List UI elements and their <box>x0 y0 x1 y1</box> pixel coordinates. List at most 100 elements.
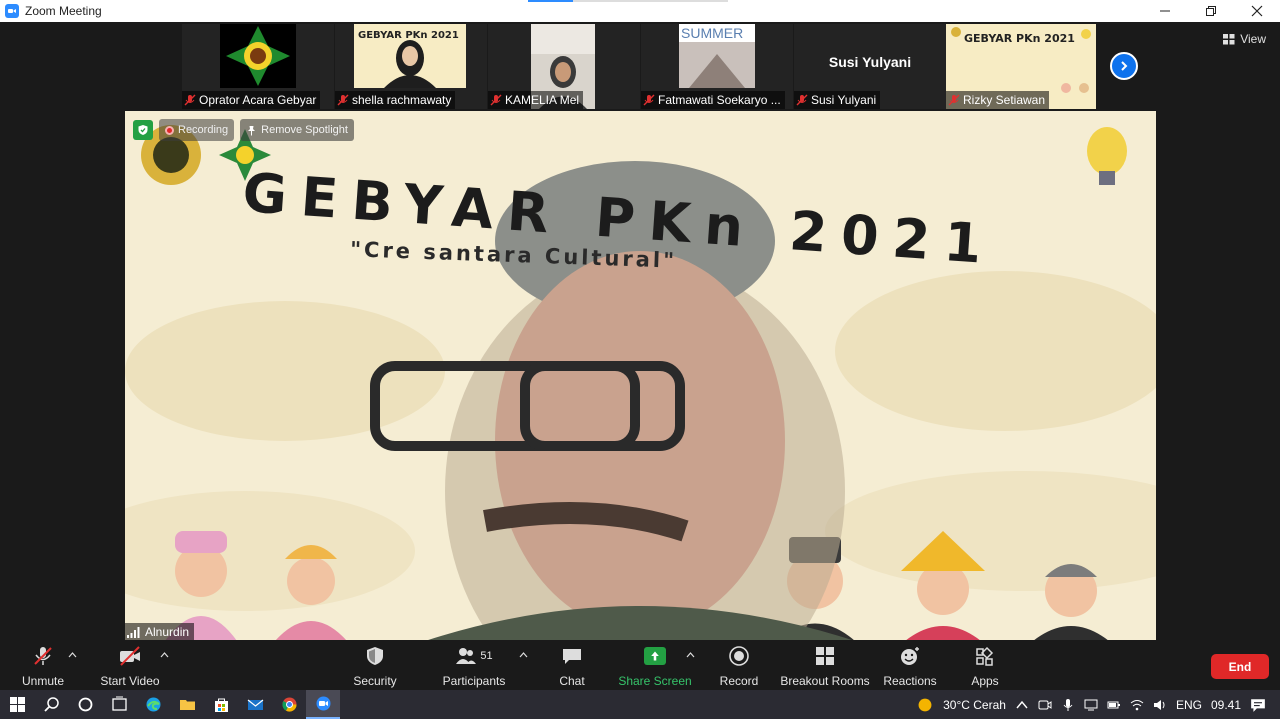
search-icon <box>43 697 59 712</box>
participants-icon <box>456 648 477 664</box>
participant-thumbnail[interactable]: Susi Yulyani Susi Yulyani <box>794 24 946 109</box>
reactions-button[interactable]: Reactions <box>883 644 937 688</box>
audio-options-caret[interactable] <box>68 650 77 661</box>
participants-options-caret[interactable] <box>519 650 528 661</box>
meeting-controls-toolbar: Unmute Start Video Security 51 Participa… <box>0 640 1280 690</box>
pin-icon <box>248 125 256 135</box>
mic-muted-icon <box>490 94 502 106</box>
restore-button[interactable] <box>1188 0 1234 22</box>
participant-name-tag: Rizky Setiawan <box>946 91 1050 109</box>
volume-icon[interactable] <box>1153 698 1167 712</box>
minimize-button[interactable] <box>1142 0 1188 22</box>
tray-chevron-up-icon[interactable] <box>1015 698 1029 712</box>
grid-view-icon <box>1223 33 1235 44</box>
notifications-icon[interactable] <box>1250 697 1266 713</box>
taskbar-edge[interactable] <box>136 690 170 719</box>
participant-name-tag: Fatmawati Soekaryo ... <box>641 91 785 109</box>
spotlight-video[interactable]: GEBYAR PKn 2021 "Cre santara Cultural" R… <box>125 111 1156 641</box>
windows-logo-icon <box>9 697 25 712</box>
participant-name-tag: shella rachmawaty <box>335 91 456 109</box>
connection-signal-icon <box>127 626 140 638</box>
meet-now-icon[interactable] <box>1038 698 1052 712</box>
wifi-icon[interactable] <box>1130 698 1144 712</box>
cortana-circle-icon <box>78 697 92 712</box>
mic-muted-icon <box>184 94 196 106</box>
video-overlay-bar: Recording Remove Spotlight <box>133 119 354 141</box>
participant-name-tag: KAMELIA Mel <box>488 91 584 109</box>
mic-muted-icon <box>337 94 349 106</box>
participant-thumbnail[interactable]: GEBYAR PKn 2021 shella rachmawaty <box>335 24 487 109</box>
taskbar-chrome[interactable] <box>272 690 306 719</box>
participant-thumbnail[interactable]: SUMMER Fatmawati Soekaryo ... <box>641 24 793 109</box>
speaker-name-tag: Alnurdin <box>125 623 195 641</box>
record-button[interactable]: Record <box>718 644 760 688</box>
taskbar-zoom[interactable] <box>306 690 340 719</box>
participant-name-tag: Susi Yulyani <box>794 91 881 109</box>
apps-button[interactable]: Apps <box>968 644 1002 688</box>
folder-icon <box>179 700 195 710</box>
share-options-caret[interactable] <box>686 650 695 661</box>
chrome-icon <box>281 697 297 712</box>
start-button[interactable] <box>0 690 34 719</box>
language-indicator[interactable]: ENG <box>1176 698 1202 712</box>
participant-logo <box>220 24 296 88</box>
recording-indicator[interactable]: Recording <box>159 119 235 141</box>
view-label: View <box>1240 32 1266 46</box>
unmute-button[interactable]: Unmute <box>20 644 66 688</box>
taskbar-mail[interactable] <box>238 690 272 719</box>
record-icon <box>729 646 749 666</box>
microphone-icon[interactable] <box>1061 698 1075 712</box>
edge-browser-icon <box>146 697 160 712</box>
weather-text[interactable]: 30°C Cerah <box>943 698 1006 712</box>
display-icon[interactable] <box>1084 698 1098 712</box>
search-button[interactable] <box>34 690 68 719</box>
mic-muted-icon <box>948 94 960 106</box>
video-options-caret[interactable] <box>160 650 169 661</box>
battery-icon[interactable] <box>1107 698 1121 712</box>
recording-dot-icon <box>165 125 174 135</box>
chat-button[interactable]: Chat <box>556 644 588 688</box>
mic-muted-icon <box>796 94 808 106</box>
zoom-app-icon <box>5 4 19 18</box>
close-button[interactable] <box>1234 0 1280 22</box>
task-view-icon <box>111 696 127 711</box>
reactions-smiley-icon <box>901 647 919 665</box>
clock[interactable]: 09.41 <box>1211 698 1241 712</box>
participant-thumbnail[interactable]: Oprator Acara Gebyar <box>182 24 334 109</box>
store-bag-icon <box>214 698 228 712</box>
share-screen-button[interactable]: Share Screen <box>618 644 692 688</box>
participant-thumbnail[interactable]: KAMELIA Mel <box>488 24 640 109</box>
participant-thumbnail[interactable]: GEBYAR PKn 2021 Rizky Setiawan <box>946 24 1096 109</box>
security-button[interactable]: Security <box>352 644 398 688</box>
task-view-button[interactable] <box>102 690 136 719</box>
meeting-stage: View Oprator Acara Gebyar GEBYAR PKn 202… <box>0 22 1280 641</box>
cortana-button[interactable] <box>68 690 102 719</box>
window-titlebar: Zoom Meeting <box>0 0 1280 22</box>
participants-button[interactable]: 51 Participants <box>443 644 505 688</box>
shield-icon <box>367 647 383 665</box>
participant-name-tag: Oprator Acara Gebyar <box>182 91 321 109</box>
participant-display-name: Susi Yulyani <box>828 54 912 70</box>
window-title: Zoom Meeting <box>25 4 102 18</box>
breakout-rooms-button[interactable]: Breakout Rooms <box>780 644 870 688</box>
breakout-rooms-icon <box>816 647 834 665</box>
system-tray: 30°C Cerah ENG 09.41 <box>916 690 1280 719</box>
end-meeting-button[interactable]: End <box>1211 654 1269 679</box>
video-off-icon <box>120 646 140 666</box>
chat-icon <box>563 649 581 664</box>
remove-spotlight-button[interactable]: Remove Spotlight <box>240 119 354 141</box>
next-page-button[interactable] <box>1110 52 1138 80</box>
mic-muted-icon <box>34 647 52 665</box>
taskbar-file-explorer[interactable] <box>170 690 204 719</box>
participant-video: SUMMER <box>679 24 755 88</box>
weather-sun-icon <box>918 698 932 711</box>
start-video-button[interactable]: Start Video <box>100 644 160 688</box>
apps-icon <box>976 646 994 666</box>
taskbar-store[interactable] <box>204 690 238 719</box>
chevron-right-icon <box>1121 61 1128 71</box>
view-button[interactable]: View <box>1223 32 1266 46</box>
mail-icon <box>247 699 263 710</box>
windows-taskbar: 30°C Cerah ENG 09.41 <box>0 690 1280 719</box>
zoom-icon <box>316 696 330 711</box>
encryption-shield-icon[interactable] <box>133 120 153 140</box>
